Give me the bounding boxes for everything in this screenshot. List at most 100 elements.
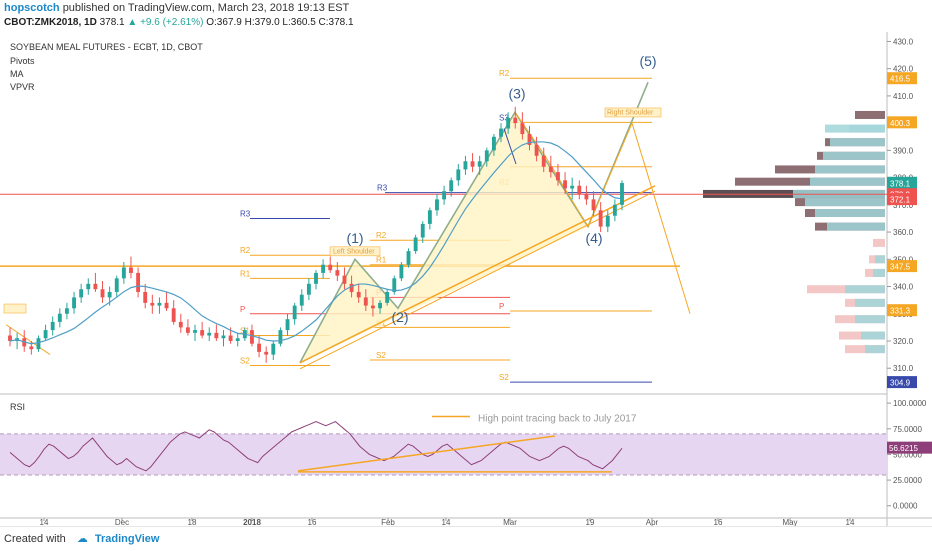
price-chart[interactable]: R3R2R1PS1S2R2R1PS1S2R2R3R2PS2S3 Left Sho… <box>0 32 932 526</box>
volume-profile-bar <box>873 268 885 277</box>
candle-body <box>150 302 155 306</box>
candle-body <box>406 251 411 265</box>
candle-body <box>64 308 69 314</box>
volume-profile-bar <box>823 151 885 160</box>
candle-body <box>271 343 276 355</box>
x-tick-label: Apr <box>646 518 659 526</box>
candle-body <box>370 305 375 309</box>
candle-body <box>577 185 582 194</box>
x-tick-label: 16 <box>308 518 317 526</box>
candle-body <box>378 302 382 309</box>
chart-title: SOYBEAN MEAL FUTURES - ECBT, 1D, CBOT <box>10 42 203 52</box>
x-tick-label: 2018 <box>243 518 261 526</box>
rsi-tick-label: 0.0000 <box>893 502 918 511</box>
candle-body <box>171 308 176 322</box>
volume-profile-bar <box>845 285 885 294</box>
candle-body <box>420 223 425 238</box>
created-with-text: Created with <box>4 533 66 545</box>
candle-body <box>207 332 212 336</box>
candle-body <box>93 283 98 290</box>
y-tick-label: 360.0 <box>893 228 914 237</box>
pivot-label: R3 <box>377 184 388 193</box>
candle-body <box>214 332 219 339</box>
price-tag-label: 416.5 <box>890 75 911 84</box>
candle-body <box>285 319 290 331</box>
candle-body <box>264 351 269 355</box>
symbol-text: CBOT:ZMK2018, 1D <box>4 17 97 28</box>
candle-body <box>612 204 617 216</box>
pivot-label: P <box>240 305 245 314</box>
candle-body <box>413 237 418 252</box>
x-tick-label: 16 <box>714 518 723 526</box>
pivot-label: R2 <box>376 231 387 240</box>
y-tick-label: 410.0 <box>893 92 914 101</box>
candle-body <box>193 330 197 333</box>
candle-body <box>29 346 34 350</box>
volume-profile-bar <box>855 110 885 119</box>
price-tag-label: 372.1 <box>890 196 911 205</box>
candle-body <box>50 321 55 331</box>
candle-body <box>349 283 354 292</box>
publish-text: published on TradingView.com, March 23, … <box>62 2 350 14</box>
rsi-annotation: High point tracing back to July 2017 <box>478 414 637 425</box>
rsi-value-label: 56.6215 <box>889 444 918 453</box>
wave-label: (4) <box>585 230 602 246</box>
candle-body <box>164 302 169 309</box>
candle-body <box>257 343 262 352</box>
candle-body <box>221 335 226 339</box>
candle-body <box>484 150 489 162</box>
indicator-ma[interactable]: MA <box>10 69 24 79</box>
rsi-band <box>0 433 887 475</box>
candle-body <box>399 264 404 279</box>
candle-body <box>513 117 518 124</box>
price-tag-label: 304.9 <box>890 379 911 388</box>
indicator-pivots[interactable]: Pivots <box>10 56 35 66</box>
pattern-note: Right Shoulder <box>607 109 654 116</box>
volume-profile-bar <box>855 315 885 324</box>
y-tick-label: 340.0 <box>893 283 914 292</box>
candle-body <box>477 161 482 167</box>
pivot-label: R2 <box>240 246 251 255</box>
ohlc-text: O:367.9 H:379.0 L:360.5 C:378.1 <box>206 17 354 28</box>
candle-body <box>534 144 539 156</box>
candle-body <box>328 264 333 271</box>
wave-label: (5) <box>639 53 656 69</box>
rsi-tick-label: 25.0000 <box>893 476 922 485</box>
candle-body <box>570 185 575 189</box>
symbol-line: CBOT:ZMK2018, 1D 378.1 ▲ +9.6 (+2.61%) O… <box>4 17 354 28</box>
note-box <box>3 303 27 314</box>
candle-body <box>520 123 525 135</box>
indicator-vpvr[interactable]: VPVR <box>10 82 35 92</box>
candle-body <box>435 199 439 211</box>
candle-body <box>235 338 240 341</box>
volume-profile-bar <box>861 331 885 340</box>
candle-body <box>43 330 48 339</box>
candle-body <box>463 161 468 170</box>
volume-profile-bar <box>825 124 885 133</box>
candle-body <box>335 270 340 276</box>
x-tick-label: 18 <box>188 518 197 526</box>
pivot-label: R1 <box>376 256 387 265</box>
volume-profile-bar <box>810 177 885 186</box>
candle-body <box>250 330 254 344</box>
x-tick-label: 19 <box>586 518 595 526</box>
candle-body <box>598 210 603 227</box>
candle-body <box>499 128 503 137</box>
tradingview-link[interactable]: TradingView <box>95 533 160 545</box>
price-tag-label: 347.5 <box>890 263 911 272</box>
wave-label: (1) <box>346 230 363 246</box>
volume-profile-bar <box>815 209 885 217</box>
candle-body <box>278 330 283 344</box>
pivot-label: P <box>499 302 504 311</box>
candle-body <box>563 180 568 189</box>
candle-body <box>363 297 368 306</box>
x-tick-label: Mar <box>503 518 517 526</box>
candle-body <box>79 289 84 298</box>
price-pane <box>0 36 887 390</box>
publish-line: hopscotch published on TradingView.com, … <box>4 2 349 14</box>
candle-body <box>228 335 233 341</box>
pivot-label: R1 <box>240 269 251 278</box>
author-link[interactable]: hopscotch <box>4 2 60 14</box>
candle-body <box>314 272 318 284</box>
volume-profile-bar <box>855 298 885 307</box>
